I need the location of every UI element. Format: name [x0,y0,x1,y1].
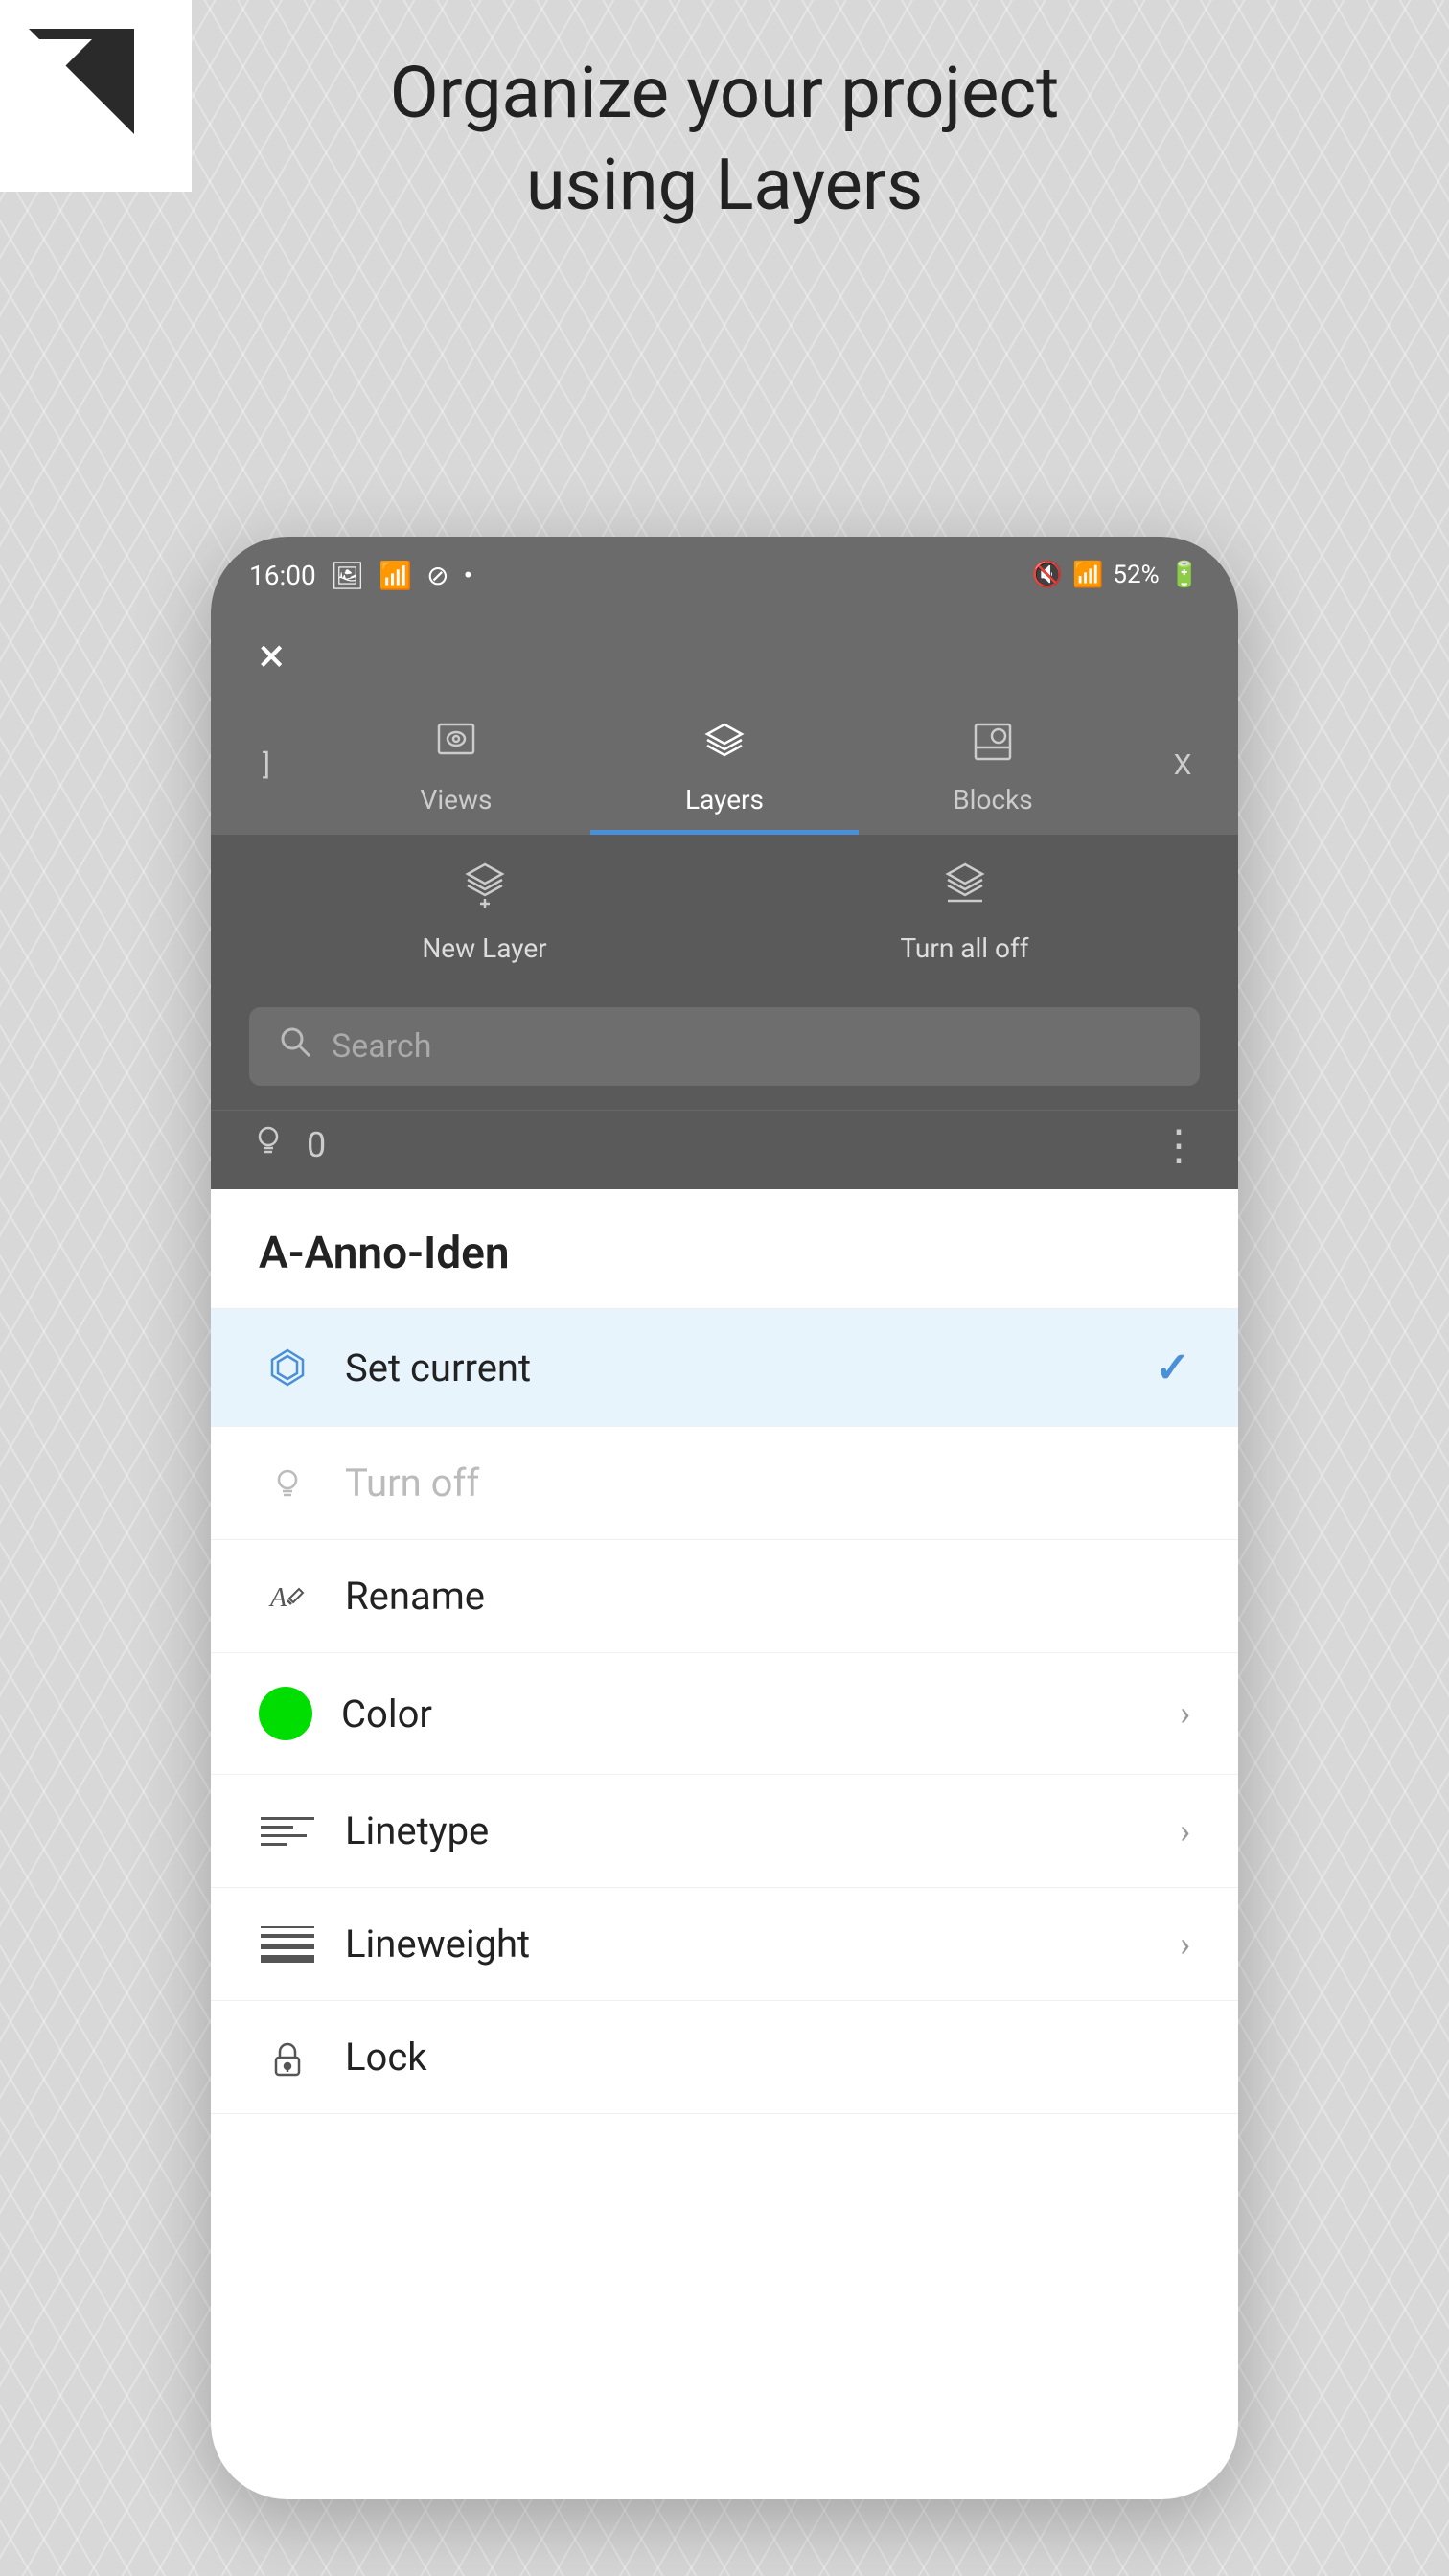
layer-name: A-Anno-Iden [259,1228,1190,1279]
set-current-label: Set current [345,1346,1126,1391]
views-icon [433,719,479,772]
turn-off-label: Turn off [345,1460,1190,1506]
turn-off-icon [259,1462,316,1505]
color-chevron-icon: › [1180,1693,1190,1734]
rename-icon: A [259,1576,316,1618]
dnd-icon: ⊘ [426,560,448,591]
menu-item-set-current[interactable]: Set current ✓ [211,1309,1238,1427]
blocks-icon [970,719,1016,772]
battery-icon: 🔋 [1169,561,1200,589]
tab-blocks[interactable]: Blocks [859,695,1127,835]
lineweight-icon [259,1926,316,1963]
search-icon [278,1024,312,1069]
color-label: Color [341,1691,1151,1736]
layer-number-row: 0 [249,1120,326,1170]
new-layer-label: New Layer [422,932,546,964]
set-current-icon [259,1346,316,1389]
menu-item-lock[interactable]: Lock [211,2001,1238,2114]
phone-frame: 16:00 🖼 📶 ⊘ • 🔇 📶 52% 🔋 × ] [211,537,1238,2499]
layer-list-area: 0 ⋮ [211,1110,1238,1189]
tab-blocks-label: Blocks [953,784,1033,816]
tab-side-right: X [1127,695,1238,835]
lock-icon [259,2036,316,2079]
menu-item-turn-off[interactable]: Turn off [211,1427,1238,1540]
search-input-wrap[interactable]: Search [249,1007,1200,1086]
new-layer-button[interactable]: New Layer [259,859,710,964]
wifi-icon: 📶 [1072,561,1103,589]
logo-area [0,0,192,192]
linetype-icon [259,1817,316,1846]
headline-text: Organize your project using Layers [0,48,1449,232]
app-header: × [211,613,1238,695]
lineweight-label: Lineweight [345,1921,1151,1966]
layer-number: 0 [307,1125,326,1165]
photo-icon: 🖼 [331,560,365,591]
battery-display: 52% [1113,561,1159,589]
turn-all-off-icon [940,859,990,921]
app-logo [29,29,134,134]
menu-item-rename[interactable]: A Rename [211,1540,1238,1653]
tab-views[interactable]: Views [322,695,590,835]
tab-bar: ] Views Layers [211,695,1238,835]
new-layer-icon [460,859,510,921]
lineweight-chevron-icon: › [1180,1924,1190,1965]
bulb-icon [249,1120,288,1170]
tab-layers[interactable]: Layers [590,695,859,835]
layers-icon [702,719,748,772]
menu-item-lineweight[interactable]: Lineweight › [211,1888,1238,2001]
search-input[interactable]: Search [332,1027,431,1066]
dot-indicator: • [464,560,472,591]
mute-icon: 🔇 [1032,561,1063,589]
status-left: 16:00 🖼 📶 ⊘ • [249,560,472,591]
headline-area: Organize your project using Layers [0,48,1449,232]
status-right: 🔇 📶 52% 🔋 [1032,561,1200,589]
set-current-checkmark: ✓ [1155,1343,1190,1392]
lock-label: Lock [345,2035,1190,2080]
menu-item-color[interactable]: Color › [211,1653,1238,1775]
linetype-label: Linetype [345,1808,1151,1853]
turn-all-off-button[interactable]: Turn all off [739,859,1190,964]
time-display: 16:00 [249,560,316,591]
tab-layers-label: Layers [685,784,764,816]
more-options-icon[interactable]: ⋮ [1158,1120,1200,1170]
tab-views-label: Views [421,784,493,816]
linetype-chevron-icon: › [1180,1811,1190,1852]
layer-name-header: A-Anno-Iden [211,1189,1238,1309]
status-bar: 16:00 🖼 📶 ⊘ • 🔇 📶 52% 🔋 [211,537,1238,613]
tab-side-left: ] [211,695,322,835]
menu-item-linetype[interactable]: Linetype › [211,1775,1238,1888]
search-area: Search [211,988,1238,1110]
close-button[interactable]: × [259,632,285,680]
signal-icon: 📶 [379,560,412,591]
action-bar: New Layer Turn all off [211,835,1238,988]
color-swatch [259,1687,312,1740]
turn-all-off-label: Turn all off [901,932,1029,964]
rename-label: Rename [345,1574,1190,1619]
bottom-sheet: A-Anno-Iden Set current ✓ Turn off [211,1189,1238,2114]
svg-text:A: A [268,1583,288,1613]
